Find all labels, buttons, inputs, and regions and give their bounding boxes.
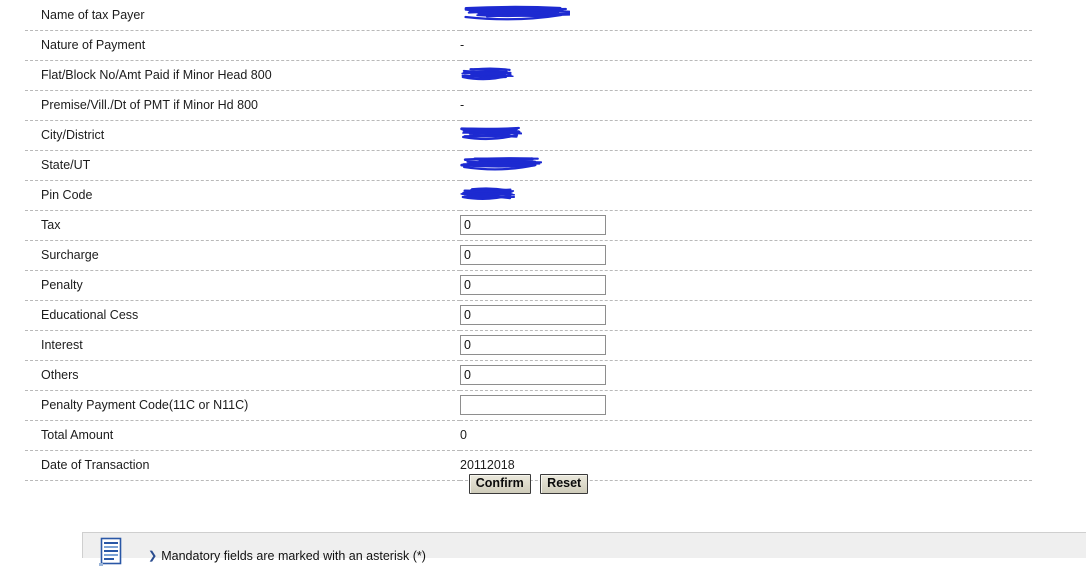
form-row: Nature of Payment - — [25, 30, 1032, 60]
row-label: Name of tax Payer — [41, 7, 145, 22]
row-value: - — [460, 98, 465, 112]
amount-input[interactable] — [460, 365, 606, 385]
form-action-bar: Confirm Reset — [25, 474, 1032, 494]
footer-note-panel: ❯ Mandatory fields are marked with an ast… — [82, 532, 1086, 566]
row-value-cell — [460, 0, 1032, 30]
row-label: Educational Cess — [41, 308, 139, 322]
form-row: Penalty — [25, 270, 1032, 300]
confirm-button[interactable]: Confirm — [468, 474, 531, 494]
payment-details-body: Name of tax Payer Nature of Payment - Flat/… — [25, 0, 1032, 480]
row-label: Flat/Block No/Amt Paid if Minor Head 800 — [41, 68, 272, 82]
amount-input[interactable] — [460, 215, 606, 235]
row-label: Others — [41, 368, 79, 382]
redacted-value — [460, 124, 522, 144]
row-value: 0 — [460, 428, 467, 442]
row-value-cell — [460, 60, 1032, 90]
redacted-value — [460, 4, 570, 24]
row-value-cell — [460, 330, 1032, 360]
row-label: Nature of Payment — [41, 38, 146, 52]
redacted-value — [460, 64, 515, 84]
document-lines-icon — [98, 537, 124, 567]
row-value-cell — [460, 210, 1032, 240]
amount-input[interactable] — [460, 305, 606, 325]
row-value: - — [460, 38, 465, 52]
reset-button[interactable]: Reset — [540, 474, 589, 494]
redacted-value — [460, 154, 542, 174]
form-row: Educational Cess — [25, 300, 1032, 330]
row-value-cell — [460, 390, 1032, 420]
form-row: Penalty Payment Code(11C or N11C) — [25, 390, 1032, 420]
form-row: Surcharge — [25, 240, 1032, 270]
row-label: City/District — [41, 128, 105, 142]
row-value-cell — [460, 300, 1032, 330]
form-row: Pin Code — [25, 180, 1032, 210]
amount-input[interactable] — [460, 275, 606, 295]
row-label: Premise/Vill./Dt of PMT if Minor Hd 800 — [41, 98, 258, 112]
mandatory-fields-note-text: Mandatory fields are marked with an aste… — [161, 549, 426, 563]
row-value-cell — [460, 150, 1032, 180]
form-row: Flat/Block No/Amt Paid if Minor Head 800 — [25, 60, 1032, 90]
form-row: Name of tax Payer — [25, 0, 1032, 30]
form-row: Premise/Vill./Dt of PMT if Minor Hd 800 - — [25, 90, 1032, 120]
row-value-cell — [460, 360, 1032, 390]
form-row: Tax — [25, 210, 1032, 240]
row-label: State/UT — [41, 158, 91, 172]
row-label: Tax — [41, 218, 61, 232]
row-label: Interest — [41, 338, 83, 352]
amount-input[interactable] — [460, 335, 606, 355]
row-value-cell: - — [460, 90, 1032, 120]
row-value: 20112018 — [460, 458, 515, 472]
row-value-cell — [460, 240, 1032, 270]
row-label: Pin Code — [41, 188, 93, 202]
row-label: Penalty Payment Code(11C or N11C) — [41, 398, 249, 412]
form-row: City/District — [25, 120, 1032, 150]
row-value-cell — [460, 120, 1032, 150]
form-row: Total Amount 0 — [25, 420, 1032, 450]
payment-details-table: Name of tax Payer Nature of Payment - Flat/… — [25, 0, 1032, 481]
row-value-cell: 0 — [460, 420, 1032, 450]
row-value-cell — [460, 180, 1032, 210]
row-value-cell — [460, 270, 1032, 300]
row-value-cell: - — [460, 30, 1032, 60]
bullet-icon: ❯ — [148, 550, 158, 562]
form-row: Interest — [25, 330, 1032, 360]
row-label: Total Amount — [41, 428, 114, 442]
form-row: State/UT — [25, 150, 1032, 180]
mandatory-fields-note: ❯ Mandatory fields are marked with an ast… — [148, 549, 426, 563]
amount-input[interactable] — [460, 245, 606, 265]
redacted-value — [460, 184, 515, 204]
form-row: Others — [25, 360, 1032, 390]
row-label: Surcharge — [41, 248, 99, 262]
amount-input[interactable] — [460, 395, 606, 415]
row-label: Penalty — [41, 278, 83, 292]
